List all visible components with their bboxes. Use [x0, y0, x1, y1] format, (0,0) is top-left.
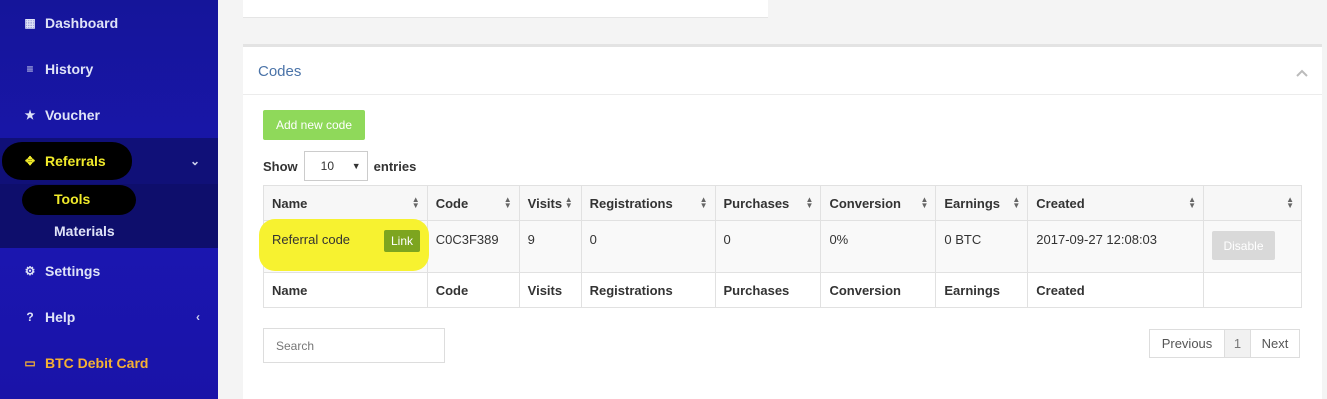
- referral-name: Referral code: [272, 232, 351, 247]
- grid-icon: ▦: [24, 16, 36, 30]
- star-icon: ★: [24, 108, 36, 122]
- sort-icon: ▲ ▼: [411, 195, 420, 210]
- footer-action: [1202, 272, 1303, 308]
- chevron-up-icon[interactable]: [1296, 67, 1308, 79]
- subnav-materials-label: Materials: [54, 223, 115, 239]
- page-size-select[interactable]: 10 ▼: [303, 151, 368, 181]
- entries-length-control: Show 10 ▼ entries: [263, 151, 416, 181]
- cell-registrations: 0: [580, 220, 716, 273]
- nav-help-label: Help: [45, 309, 76, 325]
- nav-referrals-label: Referrals: [45, 153, 106, 169]
- page-size-value: 10: [320, 159, 335, 173]
- col-header-name[interactable]: Name ▲ ▼: [263, 185, 428, 221]
- table-header-row: Name ▲ ▼ Code ▲ ▼ Visits ▲ ▼ Registrations ▲ ▼ P…: [263, 185, 1303, 221]
- nav-btc-debit-card-label: BTC Debit Card: [45, 355, 149, 371]
- cell-purchases: 0: [714, 220, 822, 273]
- panel-title: Codes: [258, 63, 302, 80]
- nav-dashboard-label: Dashboard: [45, 15, 119, 31]
- sort-icon: ▲ ▼: [503, 195, 512, 210]
- col-header-visits[interactable]: Visits ▲ ▼: [518, 185, 582, 221]
- sort-icon: ▲ ▼: [920, 195, 929, 210]
- footer-created: Created: [1027, 272, 1204, 308]
- col-header-purchases[interactable]: Purchases ▲ ▼: [714, 185, 822, 221]
- link-button[interactable]: Link: [384, 230, 420, 252]
- gears-icon: ⚙: [24, 264, 36, 278]
- pagination: Previous 1 Next: [1149, 329, 1300, 358]
- sidebar: ▦ Dashboard ≡ History ★ Voucher ✥ Referr…: [0, 0, 218, 399]
- col-header-action[interactable]: ▲ ▼: [1202, 185, 1303, 221]
- nav-voucher[interactable]: ★ Voucher: [0, 92, 218, 138]
- top-panel: [243, 0, 768, 18]
- cell-action: Disable: [1202, 220, 1303, 273]
- col-header-code[interactable]: Code ▲ ▼: [426, 185, 520, 221]
- cell-earnings: 0 BTC: [935, 220, 1029, 273]
- nav-help[interactable]: ? Help ‹: [0, 294, 218, 340]
- nav-referrals[interactable]: ✥ Referrals ⌄: [0, 138, 218, 184]
- list-icon: ≡: [26, 62, 34, 76]
- nav-dashboard[interactable]: ▦ Dashboard: [0, 0, 218, 46]
- sort-icon: ▲ ▼: [805, 195, 814, 210]
- arrows-icon: ✥: [24, 154, 36, 168]
- search-input[interactable]: Search: [263, 328, 445, 363]
- previous-button[interactable]: Previous: [1149, 329, 1225, 358]
- credit-card-icon: ▭: [24, 356, 36, 370]
- col-header-registrations[interactable]: Registrations ▲ ▼: [580, 185, 716, 221]
- disable-button[interactable]: Disable: [1211, 231, 1275, 260]
- nav-history-label: History: [45, 61, 94, 77]
- nav-settings-label: Settings: [45, 263, 101, 279]
- sort-icon: ▲ ▼: [1012, 195, 1021, 210]
- table-row: Referral code Link C0C3F389 9 0 0 0% 0 B…: [259, 219, 1303, 273]
- show-label: Show: [263, 158, 298, 174]
- sort-icon: ▲ ▼: [1286, 195, 1294, 210]
- sort-icon: ▲ ▼: [1188, 195, 1196, 210]
- col-header-created[interactable]: Created ▲ ▼: [1027, 185, 1204, 221]
- codes-panel: Codes Add new code Show 10 ▼ entries Nam…: [243, 44, 1322, 399]
- sort-icon: ▲ ▼: [699, 195, 708, 210]
- footer-visits: Visits: [518, 272, 582, 308]
- footer-purchases: Purchases: [714, 272, 822, 308]
- sort-icon: ▲ ▼: [564, 195, 573, 210]
- chevron-down-icon: ⌄: [189, 154, 200, 168]
- caret-down-icon: ▼: [351, 161, 361, 171]
- chevron-left-icon: ‹: [196, 310, 200, 324]
- cell-created: 2017-09-27 12:08:03: [1027, 220, 1204, 273]
- cell-code: C0C3F389: [426, 220, 520, 273]
- next-button[interactable]: Next: [1250, 329, 1300, 358]
- col-header-earnings[interactable]: Earnings ▲ ▼: [935, 185, 1029, 221]
- subnav-tools[interactable]: Tools: [0, 184, 218, 215]
- nav-history[interactable]: ≡ History: [0, 46, 218, 92]
- table-footer-row: Name Code Visits Registrations Purchases…: [263, 272, 1303, 308]
- nav-voucher-label: Voucher: [45, 107, 100, 123]
- footer-conversion: Conversion: [820, 272, 937, 308]
- cell-conversion: 0%: [820, 220, 937, 273]
- page-1-button[interactable]: 1: [1224, 329, 1251, 358]
- subnav-tools-label: Tools: [54, 191, 91, 207]
- footer-earnings: Earnings: [935, 272, 1029, 308]
- cell-visits: 9: [518, 220, 582, 273]
- nav-btc-debit-card[interactable]: ▭ BTC Debit Card: [0, 340, 218, 386]
- footer-code: Code: [426, 272, 520, 308]
- col-header-conversion[interactable]: Conversion ▲ ▼: [820, 185, 937, 221]
- footer-registrations: Registrations: [580, 272, 716, 308]
- subnav-materials[interactable]: Materials: [0, 216, 218, 246]
- nav-settings[interactable]: ⚙ Settings: [0, 248, 218, 294]
- entries-label: entries: [373, 158, 417, 174]
- add-new-code-button[interactable]: Add new code: [263, 110, 365, 140]
- cell-name: Referral code Link: [259, 219, 429, 273]
- footer-name: Name: [263, 272, 428, 308]
- question-icon: ?: [26, 310, 34, 324]
- codes-table: Name ▲ ▼ Code ▲ ▼ Visits ▲ ▼ Registrations ▲ ▼ P…: [259, 185, 1303, 308]
- panel-divider: [243, 94, 1322, 95]
